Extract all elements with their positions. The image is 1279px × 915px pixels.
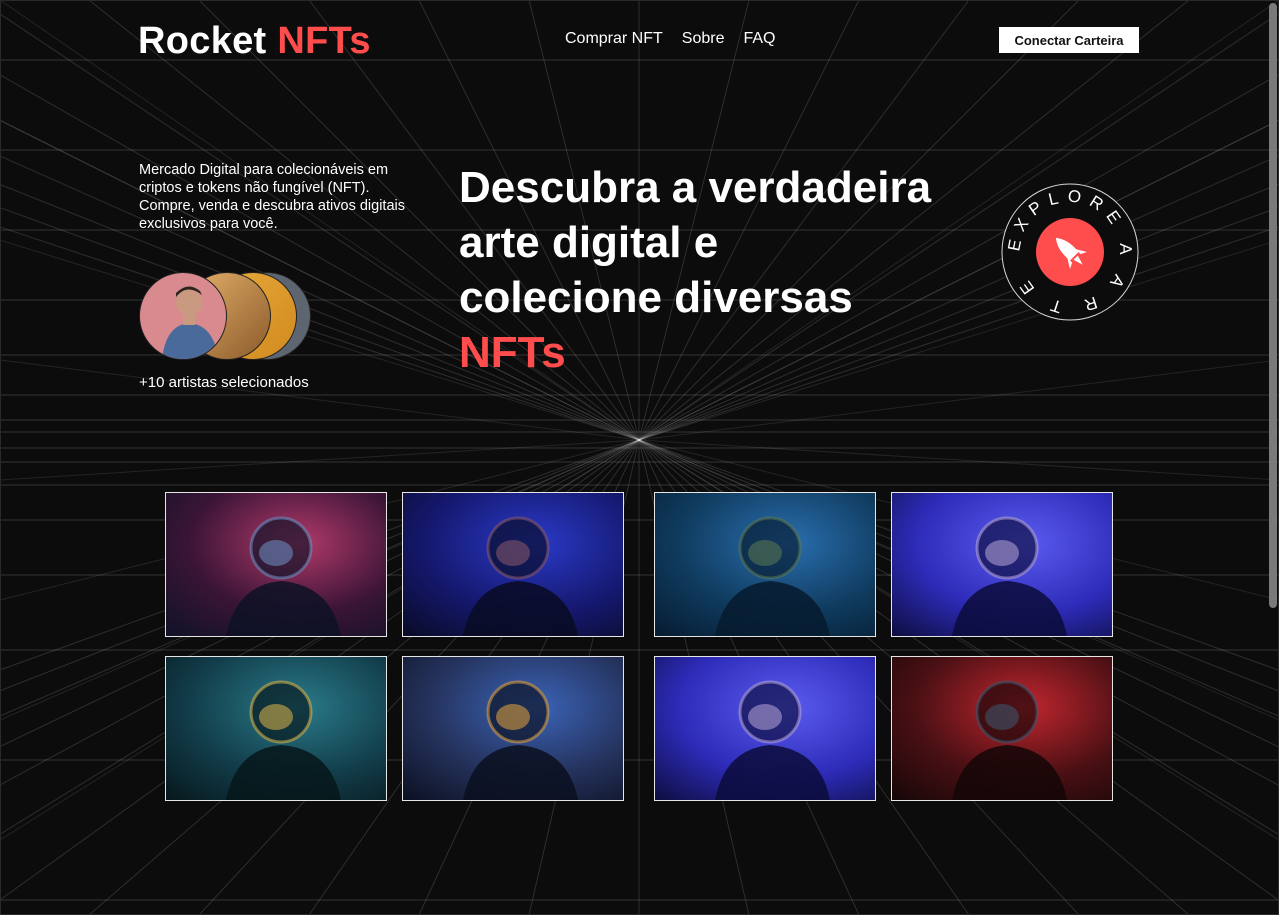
astronaut-image (655, 493, 875, 636)
nav-sobre[interactable]: Sobre (682, 30, 725, 48)
nft-card[interactable] (654, 492, 876, 637)
nft-card[interactable] (402, 656, 624, 801)
nft-card[interactable] (165, 492, 387, 637)
artist-avatars (139, 272, 319, 362)
logo[interactable]: Rocket NFTs (138, 20, 371, 63)
avatar (139, 272, 227, 360)
logo-name: Rocket (138, 20, 267, 62)
astronaut-image (166, 493, 386, 636)
main-nav: Comprar NFT Sobre FAQ (565, 30, 776, 48)
logo-accent: NFTs (277, 20, 371, 62)
hero-line-2: arte digital e (459, 218, 719, 267)
astronaut-image (403, 493, 623, 636)
astronaut-image (166, 657, 386, 800)
scrollbar[interactable] (1269, 3, 1277, 608)
hero-accent: NFTs (459, 328, 566, 377)
nft-card[interactable] (402, 492, 624, 637)
astronaut-image (655, 657, 875, 800)
explore-badge[interactable]: EXPLORE A A R T E (1000, 182, 1140, 322)
connect-wallet-button[interactable]: Conectar Carteira (999, 27, 1139, 53)
artists-count: +10 artistas selecionados (139, 374, 309, 391)
nft-card[interactable] (891, 656, 1113, 801)
hero-line-1: Descubra a verdadeira (459, 163, 932, 212)
astronaut-image (892, 657, 1112, 800)
nft-card[interactable] (165, 656, 387, 801)
nft-card[interactable] (654, 656, 876, 801)
nav-comprar-nft[interactable]: Comprar NFT (565, 30, 663, 48)
hero-title: Descubra a verdadeira arte digital e col… (459, 160, 979, 380)
astronaut-image (892, 493, 1112, 636)
astronaut-image (403, 657, 623, 800)
site-header: Rocket NFTs Comprar NFT Sobre FAQ Conect… (0, 0, 1279, 80)
nft-card[interactable] (891, 492, 1113, 637)
nav-faq[interactable]: FAQ (743, 30, 775, 48)
intro-text: Mercado Digital para colecionáveis em cr… (139, 162, 405, 232)
hero-line-3: colecione diversas (459, 273, 853, 322)
